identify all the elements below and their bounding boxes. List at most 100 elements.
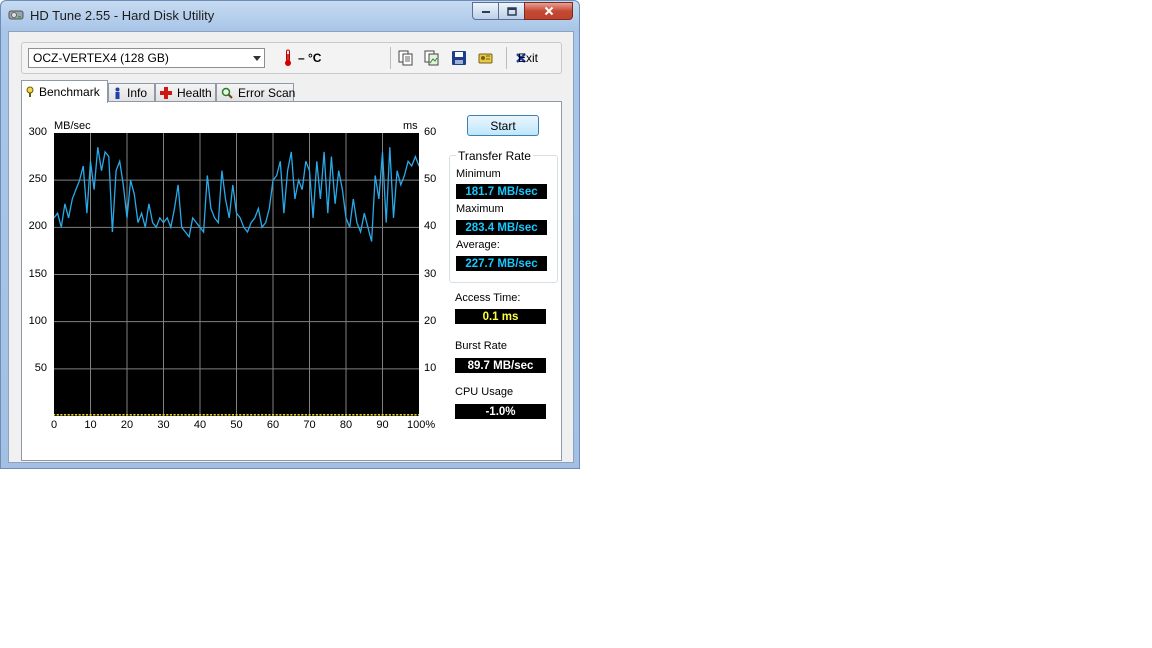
access-time-point <box>155 414 158 416</box>
copy-screenshot-icon <box>424 50 439 66</box>
access-time-point <box>199 414 202 416</box>
access-time-point <box>195 414 198 416</box>
access-time-point <box>348 414 351 416</box>
copy-info-button[interactable] <box>396 48 416 68</box>
access-time-point <box>136 414 140 416</box>
left-axis-unit: MB/sec <box>54 120 91 132</box>
right-tick-label: 50 <box>424 173 437 186</box>
access-time-point <box>100 414 103 416</box>
access-time-point <box>188 414 191 416</box>
maximize-button[interactable] <box>498 2 525 20</box>
left-tick-label: 150 <box>28 267 47 280</box>
right-tick-label: 20 <box>424 314 437 327</box>
access-time-point <box>60 414 63 416</box>
access-time-point <box>53 414 56 416</box>
access-time-point <box>140 414 143 416</box>
minimum-value: 181.7 MB/sec <box>456 184 547 199</box>
access-time-point <box>85 414 89 416</box>
maximum-label: Maximum <box>456 203 504 215</box>
minimum-label: Minimum <box>456 168 501 180</box>
access-time-point <box>74 414 78 416</box>
access-time-point <box>286 414 289 416</box>
access-time-point <box>104 414 107 416</box>
temperature-value: – °C <box>298 51 322 65</box>
save-button[interactable] <box>449 48 469 68</box>
exit-button[interactable]: Exit <box>515 48 538 68</box>
access-time-point <box>213 414 216 416</box>
access-time-point <box>312 414 315 416</box>
start-button[interactable]: Start <box>467 115 539 136</box>
drive-select[interactable]: OCZ-VERTEX4 (128 GB) <box>28 48 265 68</box>
title-bar[interactable]: HD Tune 2.55 - Hard Disk Utility <box>1 1 579 31</box>
access-time-point <box>235 414 238 416</box>
access-time-point <box>282 414 286 416</box>
x-tick-label: 30 <box>157 419 170 431</box>
access-time-point <box>418 414 421 416</box>
left-tick-label: 100 <box>28 314 47 327</box>
access-time-point <box>308 414 311 416</box>
tab-error-scan[interactable]: Error Scan <box>216 83 296 102</box>
access-time-point <box>414 414 417 416</box>
client-area: OCZ-VERTEX4 (128 GB) – °C Exit Benchmark… <box>8 31 574 463</box>
access-time-point <box>126 414 129 416</box>
access-time-point <box>177 414 180 416</box>
access-time-point <box>162 414 165 416</box>
access-time-point <box>118 414 121 416</box>
access-time-point <box>272 414 275 416</box>
left-tick-label: 300 <box>28 126 47 138</box>
access-time-point <box>166 414 169 416</box>
app-window: HD Tune 2.55 - Hard Disk Utility OCZ-VER… <box>0 0 580 469</box>
access-time-point <box>319 414 322 416</box>
access-time-point <box>366 414 370 416</box>
toolbar-separator <box>390 47 391 69</box>
tab-info[interactable]: Info <box>108 83 155 102</box>
health-icon <box>160 87 172 99</box>
access-time-point <box>396 414 399 416</box>
access-time-point <box>261 414 264 416</box>
tab-health-label: Health <box>177 86 212 100</box>
access-time-point <box>268 414 271 416</box>
access-time-point <box>180 414 183 416</box>
access-time-point <box>370 414 373 416</box>
access-time-point <box>209 414 213 416</box>
x-tick-label: 70 <box>303 419 316 431</box>
access-time-point <box>304 414 308 416</box>
chart-svg <box>53 133 421 416</box>
access-time-point <box>381 414 384 416</box>
cpu-usage-value: -1.0% <box>455 404 546 419</box>
access-time-point <box>363 414 366 416</box>
tab-health[interactable]: Health <box>155 83 216 102</box>
access-time-point <box>107 414 110 416</box>
hard-disk-icon <box>8 8 24 22</box>
average-label: Average: <box>456 239 500 251</box>
access-time-point <box>220 414 224 416</box>
copy-screenshot-button[interactable] <box>422 48 442 68</box>
access-time-point <box>290 414 293 416</box>
access-time-point <box>388 414 391 416</box>
x-tick-label: 40 <box>193 419 207 431</box>
access-time-point <box>297 414 300 416</box>
info-icon <box>113 87 122 100</box>
tab-benchmark[interactable]: Benchmark <box>21 80 108 103</box>
access-time-point <box>239 414 242 416</box>
access-time-label: Access Time: <box>455 292 521 304</box>
access-time-point <box>330 414 333 416</box>
close-button[interactable] <box>524 2 573 20</box>
access-time-point <box>341 414 344 416</box>
tab-benchmark-label: Benchmark <box>39 85 100 99</box>
tab-error-scan-label: Error Scan <box>238 86 296 100</box>
access-time-point <box>410 414 413 416</box>
x-tick-label: 100% <box>407 419 436 431</box>
options-button[interactable] <box>476 48 496 68</box>
access-time-point <box>184 414 187 416</box>
left-tick-label: 200 <box>28 220 47 233</box>
access-time-point <box>122 414 125 416</box>
access-time-point <box>399 414 402 416</box>
x-tick-label: 0 <box>50 419 58 431</box>
access-time-point <box>151 414 154 416</box>
minimize-button[interactable] <box>472 2 499 20</box>
access-time-point <box>82 414 85 416</box>
access-time-point <box>279 414 282 416</box>
access-time-point <box>253 414 256 416</box>
access-time-point <box>315 414 318 416</box>
